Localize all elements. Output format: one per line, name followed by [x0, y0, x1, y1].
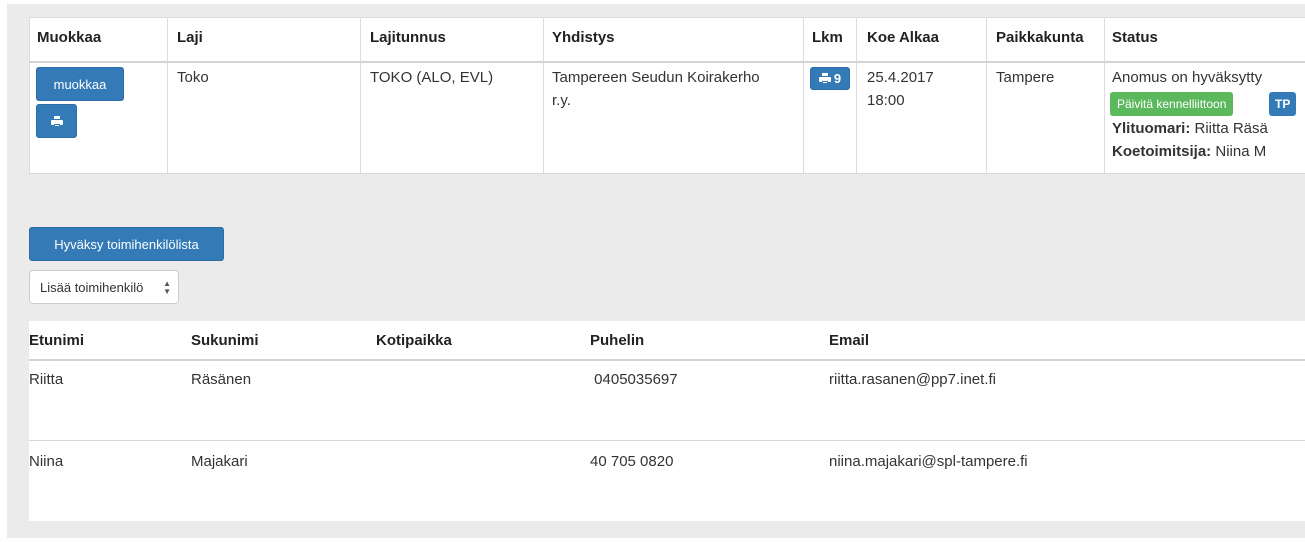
- koe-alkaa-date: 25.4.2017: [867, 69, 934, 86]
- print-icon: [818, 73, 831, 84]
- table-border-top: [29, 17, 1305, 18]
- koe-alkaa-time: 18:00: [867, 92, 905, 109]
- cell-email: niina.majakari@spl-tampere.fi: [829, 453, 1028, 470]
- cell-laji: Toko: [177, 69, 209, 86]
- ylituomari-value: Riitta Räsä: [1190, 120, 1268, 137]
- trial-table: Muokkaa Laji Lajitunnus Yhdistys Lkm Koe…: [29, 17, 1305, 174]
- cell-puhelin: 40 705 0820: [590, 453, 674, 470]
- edit-button[interactable]: muokkaa: [36, 67, 124, 101]
- yhdistys-line-2: r.y.: [552, 92, 571, 109]
- update-kennel-button[interactable]: Päivitä kennelliittoon: [1110, 92, 1234, 116]
- print-icon: [50, 115, 63, 127]
- header-divider: [29, 61, 1305, 63]
- koetoimitsija-line: Koetoimitsija: Niina M: [1112, 140, 1266, 163]
- lkm-print-button[interactable]: 9: [810, 67, 850, 90]
- cell-paikkakunta: Tampere: [996, 69, 1055, 86]
- cell-etunimi: Niina: [29, 453, 64, 470]
- status-text: Anomus on hyväksytty: [1112, 69, 1263, 86]
- add-staff-select-value: Lisää toimihenkilö: [40, 279, 144, 295]
- cell-etunimi: Riitta: [29, 371, 64, 388]
- select-arrows-icon: ▲ ▼: [163, 279, 171, 296]
- header-paikkakunta: Paikkakunta: [996, 29, 1084, 46]
- table-border-bottom: [29, 173, 1305, 174]
- staff-row-divider: [29, 440, 1305, 441]
- staff-table: Etunimi Sukunimi Kotipaikka Puhelin Emai…: [29, 321, 1305, 521]
- ylituomari-label: Ylituomari:: [1112, 120, 1191, 137]
- approve-staff-list-button[interactable]: Hyväksy toimihenkilölista: [29, 227, 224, 261]
- cell-lajitunnus: TOKO (ALO, EVL): [370, 69, 494, 86]
- cell-puhelin: 0405035697: [590, 371, 678, 388]
- header-muokkaa: Muokkaa: [37, 29, 102, 46]
- header-koe-alkaa: Koe Alkaa: [867, 29, 939, 46]
- header-sukunimi: Sukunimi: [191, 332, 259, 349]
- header-laji: Laji: [177, 29, 203, 46]
- cell-sukunimi: Räsänen: [191, 371, 252, 388]
- header-lajitunnus: Lajitunnus: [370, 29, 446, 46]
- lkm-count: 9: [833, 71, 842, 86]
- header-etunimi: Etunimi: [29, 332, 84, 349]
- cell-koe-alkaa: 25.4.2017 18:00: [867, 66, 934, 112]
- header-email: Email: [829, 332, 870, 349]
- koetoimitsija-value: Niina M: [1211, 143, 1267, 160]
- koetoimitsija-label: Koetoimitsija:: [1112, 143, 1212, 160]
- ylituomari-line: Ylituomari: Riitta Räsä: [1112, 117, 1268, 140]
- header-status: Status: [1112, 29, 1158, 46]
- header-lkm: Lkm: [812, 29, 843, 46]
- add-staff-select[interactable]: Lisää toimihenkilö ▲ ▼: [29, 270, 179, 304]
- cell-sukunimi: Majakari: [191, 453, 248, 470]
- header-yhdistys: Yhdistys: [552, 29, 615, 46]
- tp-button[interactable]: TP: [1269, 92, 1297, 116]
- cell-yhdistys: Tampereen Seudun Koirakerho r.y.: [552, 66, 760, 112]
- header-kotipaikka: Kotipaikka: [376, 332, 452, 349]
- cell-email: riitta.rasanen@pp7.inet.fi: [829, 371, 996, 388]
- header-puhelin: Puhelin: [590, 332, 645, 349]
- yhdistys-line-1: Tampereen Seudun Koirakerho: [552, 69, 760, 86]
- staff-header-divider: [29, 359, 1305, 361]
- print-button[interactable]: [36, 104, 77, 138]
